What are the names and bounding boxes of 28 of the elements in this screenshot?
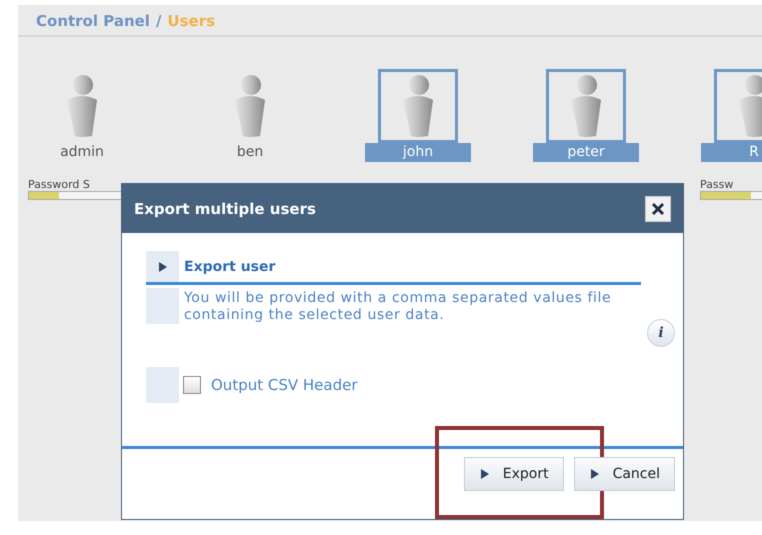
checkbox[interactable] <box>183 376 201 394</box>
dialog-button[interactable]: Export <box>464 457 564 491</box>
user-silhouette-icon <box>65 74 99 138</box>
checkbox-label[interactable]: Output CSV Header <box>211 376 358 394</box>
play-triangle-icon <box>590 469 599 479</box>
row-gutter <box>146 367 179 403</box>
user-name[interactable]: admin <box>29 143 135 162</box>
info-button[interactable]: i <box>647 319 675 347</box>
user-name[interactable]: ben <box>197 143 303 162</box>
row-gutter <box>146 288 179 324</box>
section-title: Export user <box>183 258 276 274</box>
close-icon <box>651 202 665 216</box>
dialog-title: Export multiple users <box>134 200 316 218</box>
dialog-button[interactable]: Cancel <box>574 457 675 491</box>
user-silhouette-icon <box>569 74 603 138</box>
user-silhouette-icon <box>737 74 762 138</box>
password-strength-label: Password S <box>28 178 91 191</box>
close-button[interactable] <box>645 196 671 222</box>
play-triangle-icon <box>480 469 489 479</box>
breadcrumb-separator: / <box>156 12 162 30</box>
description-text: You will be provided with a comma separated values file containing the selected user data. <box>183 289 612 324</box>
user-tile[interactable] <box>546 69 626 143</box>
play-triangle-icon <box>158 262 166 272</box>
user-tile[interactable] <box>378 69 458 143</box>
breadcrumb-current: Users <box>167 12 216 30</box>
user-silhouette-icon <box>401 74 435 138</box>
user-silhouette-icon <box>233 74 267 138</box>
password-strength-label: Passw <box>700 178 734 191</box>
